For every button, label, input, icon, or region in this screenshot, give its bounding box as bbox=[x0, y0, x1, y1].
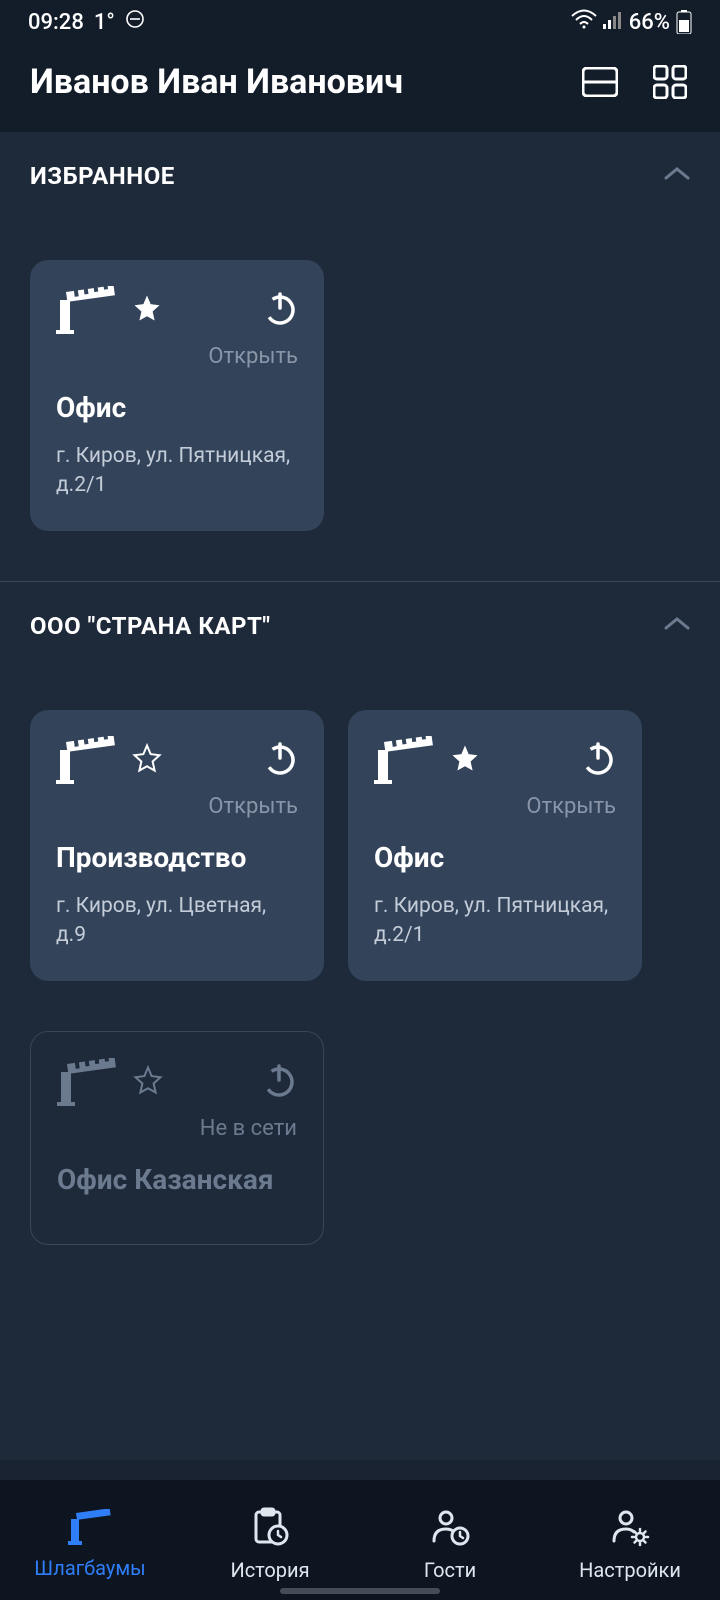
bottom-nav: Шлагбаумы История Гости Настройки bbox=[0, 1480, 720, 1600]
cards-row: Открыть Офис г. Киров, ул. Пятницкая, д.… bbox=[0, 210, 720, 581]
nav-guests[interactable]: Гости bbox=[360, 1507, 540, 1582]
nav-label: История bbox=[230, 1558, 309, 1582]
wifi-icon bbox=[571, 9, 597, 35]
section-header-company[interactable]: ООО "СТРАНА КАРТ" bbox=[0, 582, 720, 660]
nav-label: Гости bbox=[424, 1558, 476, 1582]
barrier-icon bbox=[57, 1058, 117, 1106]
chevron-up-icon bbox=[664, 166, 690, 186]
cards-row: Не в сети Офис Казанская bbox=[0, 1031, 720, 1295]
card-address: г. Киров, ул. Пятницкая, д.2/1 bbox=[56, 442, 298, 501]
cards-row: Открыть Производство г. Киров, ул. Цветн… bbox=[0, 660, 720, 1031]
battery-percent: 66% bbox=[629, 10, 670, 35]
star-outline-icon[interactable] bbox=[132, 743, 162, 777]
barrier-card-offline[interactable]: Не в сети Офис Казанская bbox=[30, 1031, 324, 1245]
nav-barriers[interactable]: Шлагбаумы bbox=[0, 1509, 180, 1580]
person-clock-icon bbox=[430, 1507, 470, 1552]
card-status: Открыть bbox=[56, 794, 298, 819]
card-name: Офис bbox=[56, 391, 298, 424]
view-grid-icon[interactable] bbox=[650, 62, 690, 102]
page-title: Иванов Иван Иванович bbox=[30, 62, 403, 102]
home-indicator[interactable] bbox=[280, 1588, 440, 1594]
status-temp: 1° bbox=[94, 10, 115, 35]
star-filled-icon[interactable] bbox=[132, 293, 162, 327]
section-title: ООО "СТРАНА КАРТ" bbox=[30, 612, 271, 640]
barrier-card[interactable]: Открыть Офис г. Киров, ул. Пятницкая, д.… bbox=[30, 260, 324, 531]
app-header: Иванов Иван Иванович bbox=[0, 44, 720, 132]
card-status: Не в сети bbox=[57, 1116, 297, 1141]
section-header-favorites[interactable]: ИЗБРАННОЕ bbox=[0, 132, 720, 210]
star-filled-icon[interactable] bbox=[450, 743, 480, 777]
power-icon[interactable] bbox=[261, 1062, 297, 1102]
signal-icon bbox=[603, 10, 623, 35]
status-bar: 09:28 1° 66% bbox=[0, 0, 720, 44]
nav-history[interactable]: История bbox=[180, 1507, 360, 1582]
clipboard-clock-icon bbox=[250, 1507, 290, 1552]
view-list-icon[interactable] bbox=[580, 62, 620, 102]
nav-label: Шлагбаумы bbox=[34, 1556, 145, 1580]
barrier-icon bbox=[56, 736, 116, 784]
card-name: Производство bbox=[56, 841, 298, 874]
card-status: Открыть bbox=[56, 344, 298, 369]
status-time: 09:28 bbox=[28, 10, 84, 35]
power-icon[interactable] bbox=[262, 290, 298, 330]
person-gear-icon bbox=[610, 1507, 650, 1552]
barrier-card[interactable]: Открыть Офис г. Киров, ул. Пятницкая, д.… bbox=[348, 710, 642, 981]
chevron-up-icon bbox=[664, 616, 690, 636]
barrier-icon bbox=[374, 736, 434, 784]
barrier-card[interactable]: Открыть Производство г. Киров, ул. Цветн… bbox=[30, 710, 324, 981]
nav-label: Настройки bbox=[579, 1558, 681, 1582]
barrier-icon bbox=[56, 286, 116, 334]
card-address: г. Киров, ул. Цветная, д.9 bbox=[56, 892, 298, 951]
star-outline-icon[interactable] bbox=[133, 1065, 163, 1099]
power-icon[interactable] bbox=[580, 740, 616, 780]
card-name: Офис Казанская bbox=[57, 1163, 297, 1196]
content[interactable]: ИЗБРАННОЕ Открыть Офис bbox=[0, 132, 720, 1460]
battery-icon bbox=[676, 10, 692, 34]
section-title: ИЗБРАННОЕ bbox=[30, 162, 175, 190]
status-right: 66% bbox=[571, 9, 692, 35]
barrier-icon bbox=[68, 1509, 112, 1550]
nav-settings[interactable]: Настройки bbox=[540, 1507, 720, 1582]
card-address: г. Киров, ул. Пятницкая, д.2/1 bbox=[374, 892, 616, 951]
header-actions bbox=[580, 62, 690, 102]
status-left: 09:28 1° bbox=[28, 9, 145, 35]
dnd-icon bbox=[125, 9, 145, 35]
card-status: Открыть bbox=[374, 794, 616, 819]
card-name: Офис bbox=[374, 841, 616, 874]
power-icon[interactable] bbox=[262, 740, 298, 780]
